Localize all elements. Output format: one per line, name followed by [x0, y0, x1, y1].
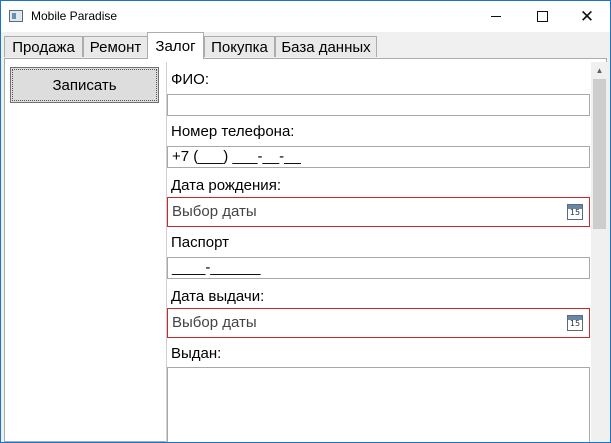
birth-date-picker[interactable]: Выбор даты 15	[167, 197, 590, 227]
birth-date-text: Выбор даты	[172, 203, 257, 220]
minimize-icon	[491, 16, 501, 17]
issue-date-text: Выбор даты	[172, 314, 257, 331]
tab-database[interactable]: База данных	[275, 36, 377, 57]
fio-field[interactable]	[167, 94, 590, 116]
calendar-icon[interactable]: 15	[567, 315, 583, 331]
phone-field[interactable]: +7 (___) ___-__-__	[167, 146, 590, 168]
vertical-scrollbar[interactable]: ▲	[591, 62, 608, 442]
maximize-button[interactable]	[519, 1, 565, 32]
passport-field[interactable]: ____-______	[167, 257, 590, 279]
issued-by-textarea[interactable]	[167, 367, 590, 442]
phone-label: Номер телефона:	[171, 123, 295, 140]
tab-purchase[interactable]: Покупка	[204, 36, 275, 57]
close-icon: ✕	[579, 7, 595, 26]
issue-date-label: Дата выдачи:	[171, 288, 265, 305]
tab-strip: Продажа Ремонт Залог Покупка База данных	[1, 32, 610, 59]
issued-by-label: Выдан:	[171, 345, 222, 362]
chevron-up-icon[interactable]: ▲	[591, 62, 608, 79]
fio-label: ФИО:	[171, 71, 210, 88]
minimize-button[interactable]	[473, 1, 519, 32]
app-window: Mobile Paradise ✕ Продажа Ремонт Залог П…	[0, 0, 611, 443]
window-title: Mobile Paradise	[31, 9, 118, 23]
tab-sale[interactable]: Продажа	[4, 36, 83, 57]
passport-label: Паспорт	[171, 234, 229, 251]
tab-repair[interactable]: Ремонт	[83, 36, 148, 57]
save-button[interactable]: Записать	[10, 67, 159, 103]
title-bar[interactable]: Mobile Paradise ✕	[1, 1, 610, 32]
issue-date-picker[interactable]: Выбор даты 15	[167, 308, 590, 338]
birth-date-label: Дата рождения:	[171, 177, 281, 194]
scroll-thumb[interactable]	[593, 79, 606, 229]
calendar-icon[interactable]: 15	[567, 204, 583, 220]
window-icon	[9, 10, 23, 22]
close-button[interactable]: ✕	[564, 1, 610, 32]
maximize-icon	[536, 11, 548, 22]
tab-pledge[interactable]: Залог	[147, 32, 204, 59]
pledge-form: ФИО: Номер телефона: +7 (___) ___-__-__ …	[166, 62, 592, 442]
